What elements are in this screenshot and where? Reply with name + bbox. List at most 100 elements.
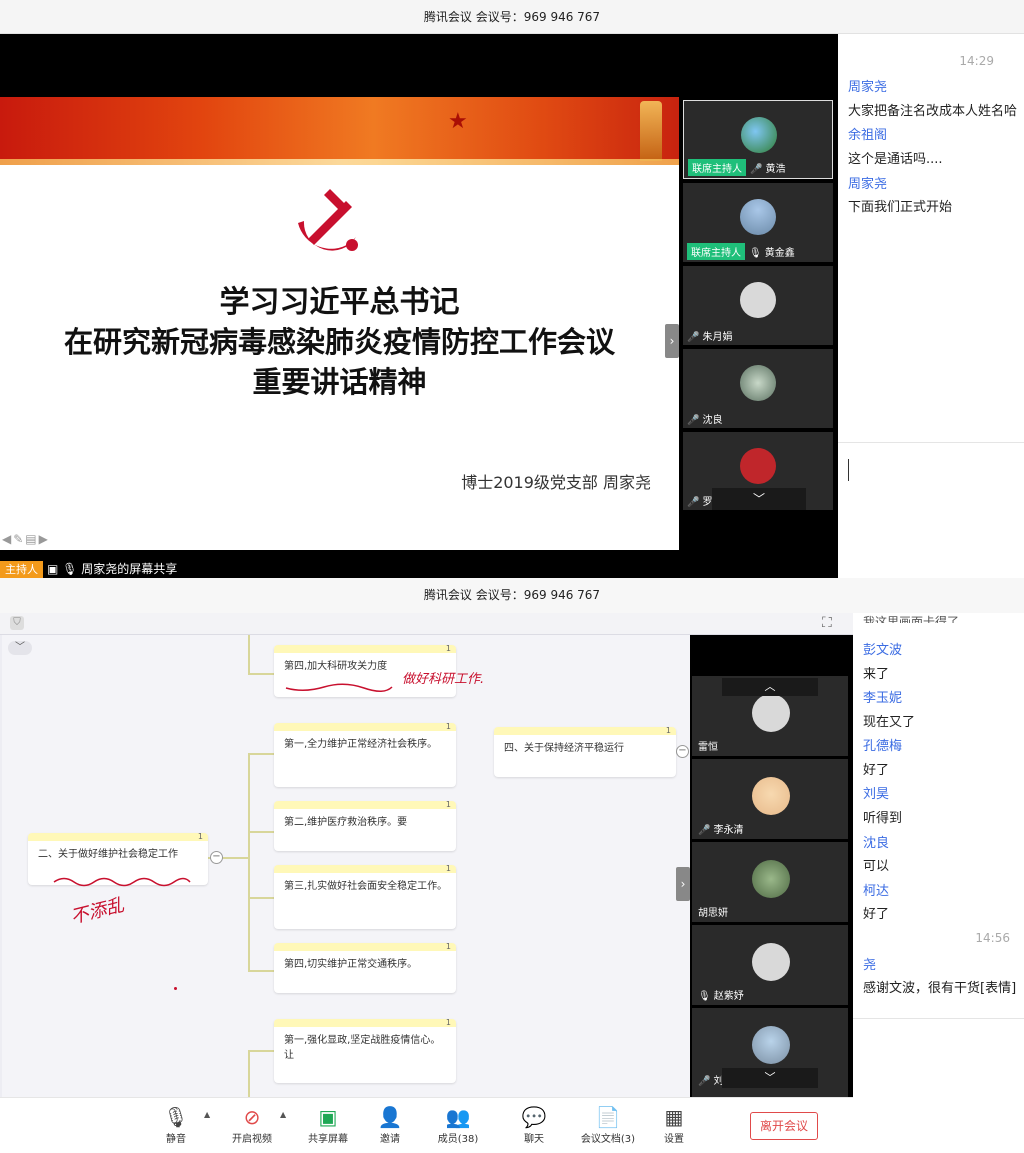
- chat-message: 好了: [863, 763, 890, 778]
- mute-button[interactable]: 🎙 静音: [146, 1104, 206, 1145]
- participant-tile[interactable]: 🎤 沈良: [683, 349, 833, 428]
- chat-message: 感谢文波，很有干货[表情]: [863, 981, 1017, 996]
- participant-name: 黄金鑫: [764, 248, 795, 259]
- chat-message: 现在又了: [863, 715, 916, 730]
- mindmap-node[interactable]: 1 第一,全力维护正常经济社会秩序。: [274, 722, 456, 787]
- mute-options-caret[interactable]: ▲: [204, 1110, 210, 1119]
- participant-name: 胡思妍: [698, 908, 728, 919]
- meeting-docs-button[interactable]: 📄 会议文档(3): [578, 1104, 638, 1145]
- meeting-title: 腾讯会议 会议号：969 946 767: [423, 588, 601, 602]
- members-button[interactable]: 👥 成员(38): [428, 1104, 488, 1145]
- chat-sender: 孔德梅: [863, 739, 903, 754]
- mic-muted-icon: 🎤: [687, 415, 700, 426]
- avatar: [752, 694, 790, 732]
- share-status-bar: 主持人 ▣ 🎙 周家尧的屏幕共享: [0, 560, 177, 579]
- participant-name: 沈良: [702, 415, 723, 426]
- chat-sender: 彭文波: [863, 643, 903, 658]
- collapse-node-toggle[interactable]: −: [676, 745, 689, 758]
- add-user-icon: 👤: [377, 1105, 403, 1129]
- cohost-badge: 联席主持人: [687, 243, 745, 260]
- slide-nav-controls[interactable]: ◀✎▤▶: [2, 532, 50, 546]
- presentation-slide: ★ 学习习近平总书记 在研究新冠病毒感染肺炎疫情防控工作会议 重要讲话精神 博士…: [0, 97, 679, 550]
- chat-timestamp: 14:29: [959, 54, 994, 68]
- chat-message: 听得到: [863, 811, 903, 826]
- chat-sender: 李玉妮: [863, 691, 903, 706]
- chat-sender: 刘昊: [863, 787, 890, 802]
- participant-name: 李永清: [713, 825, 744, 836]
- slide-title-line-3: 重要讲话精神: [252, 365, 427, 399]
- ink-dot: [174, 987, 177, 990]
- chat-message-clipped: 我这里画面卡得了。: [863, 615, 972, 623]
- participant-tile[interactable]: 🎤 李永清: [692, 759, 848, 839]
- chat-bubble-icon: 💬: [521, 1105, 547, 1129]
- mindmap-node[interactable]: 1 四、关于保持经济平稳运行: [494, 726, 676, 777]
- chat-sender: 沈良: [863, 836, 890, 851]
- participant-name: 黄浩: [765, 164, 786, 175]
- collapse-panel-button[interactable]: ›: [676, 867, 690, 901]
- participant-tile[interactable]: 🎤 朱月娟: [683, 266, 833, 345]
- chat-input[interactable]: [853, 1018, 1024, 1153]
- mindmap-node[interactable]: 1 第三,扎实做好社会面安全稳定工作。: [274, 864, 456, 929]
- video-options-caret[interactable]: ▲: [280, 1110, 286, 1119]
- participant-name: 朱月娟: [702, 332, 733, 343]
- avatar: [740, 448, 776, 484]
- camera-off-icon: ⊘: [243, 1105, 261, 1129]
- underline-annotation: [285, 683, 393, 692]
- fullscreen-icon[interactable]: ⛶: [822, 615, 832, 631]
- chat-sender: 尧: [863, 958, 877, 973]
- participant-tile[interactable]: 🎙 赵紫妤: [692, 925, 848, 1005]
- mindmap-canvas: ﹀ − − 1 第四,加大科研攻关力度 做好科研工作. 1 第一,全力维护正常经…: [2, 635, 690, 1097]
- scroll-down-button[interactable]: ﹀: [722, 1068, 818, 1088]
- shield-icon[interactable]: ⛉: [10, 616, 24, 630]
- scroll-up-button[interactable]: ︿: [722, 678, 818, 696]
- start-video-button[interactable]: ⊘ 开启视频: [222, 1104, 282, 1145]
- participant-tile[interactable]: 联席主持人 🎙 黄金鑫: [683, 183, 833, 262]
- avatar: [752, 860, 790, 898]
- invite-button[interactable]: 👤 邀请: [360, 1104, 420, 1145]
- party-emblem-icon: [298, 189, 358, 251]
- participant-name: 赵紫妤: [713, 991, 744, 1002]
- chat-panel: 14:29 周家尧 大家把备注名改成本人姓名哈 余祖阁 这个是通话吗.... 周…: [838, 34, 1024, 578]
- mindmap-node[interactable]: 1 第二,维护医疗救治秩序。要: [274, 800, 456, 851]
- meeting-toolbar: 🎙 静音 ▲ ⊘ 开启视频 ▲ ▣ 共享屏幕 👤 邀请 👥 成员(38) 💬 聊天 📄 会议文…: [0, 1097, 853, 1153]
- chat-sender: 周家尧: [848, 177, 888, 192]
- leave-meeting-button[interactable]: 离开会议: [750, 1112, 818, 1140]
- participant-tile[interactable]: 联席主持人 🎤 黄浩: [683, 100, 833, 179]
- connector: [248, 970, 274, 972]
- collapse-node-toggle[interactable]: −: [210, 851, 223, 864]
- participant-tile[interactable]: 胡思妍: [692, 842, 848, 922]
- pillar-decoration: [640, 101, 662, 161]
- cohost-badge: 联席主持人: [688, 159, 746, 176]
- participant-name: 雷恒: [698, 742, 718, 753]
- scroll-down-button[interactable]: ﹀: [712, 488, 806, 510]
- share-screen-button[interactable]: ▣ 共享屏幕: [298, 1104, 358, 1145]
- slide-author: 博士2019级党支部 周家尧: [461, 473, 651, 492]
- collapse-toggle[interactable]: ﹀: [8, 641, 32, 655]
- handwritten-annotation: 不添乱: [68, 894, 127, 929]
- mindmap-node[interactable]: 1 第四,切实维护正常交通秩序。: [274, 942, 456, 993]
- chat-sender: 周家尧: [848, 80, 888, 95]
- slide-title-line-1: 学习习近平总书记: [219, 285, 460, 320]
- share-screen-icon: ▣: [318, 1105, 338, 1129]
- avatar: [752, 1026, 790, 1064]
- connector: [248, 1050, 274, 1052]
- connector: [248, 753, 250, 971]
- connector: [248, 831, 274, 833]
- mindmap-node[interactable]: 1 第一,强化显政,坚定战胜疫情信心。让: [274, 1018, 456, 1083]
- window-title-bar: 腾讯会议 会议号：969 946 767: [0, 0, 1024, 34]
- document-icon: 📄: [595, 1105, 621, 1129]
- chat-timestamp: 14:56: [975, 931, 1010, 945]
- chat-panel: 我这里画面卡得了。 彭文波 来了 李玉妮 现在又了 孔德梅 好了 刘昊 听得到 …: [853, 613, 1024, 1153]
- connector: [248, 753, 274, 755]
- slide-banner: ★: [0, 97, 679, 165]
- text-caret: [848, 459, 849, 481]
- mindmap-toolbar: ⛉ ⛶: [0, 613, 853, 635]
- members-icon: 👥: [445, 1105, 471, 1129]
- settings-button[interactable]: ▦ 设置: [644, 1104, 704, 1145]
- chat-button[interactable]: 💬 聊天: [504, 1104, 564, 1145]
- chat-input[interactable]: [838, 442, 1024, 578]
- collapse-panel-button[interactable]: ›: [665, 324, 679, 358]
- wavy-underline-annotation: [53, 877, 191, 887]
- connector: [248, 1050, 250, 1097]
- grid-settings-icon: ▦: [664, 1105, 684, 1129]
